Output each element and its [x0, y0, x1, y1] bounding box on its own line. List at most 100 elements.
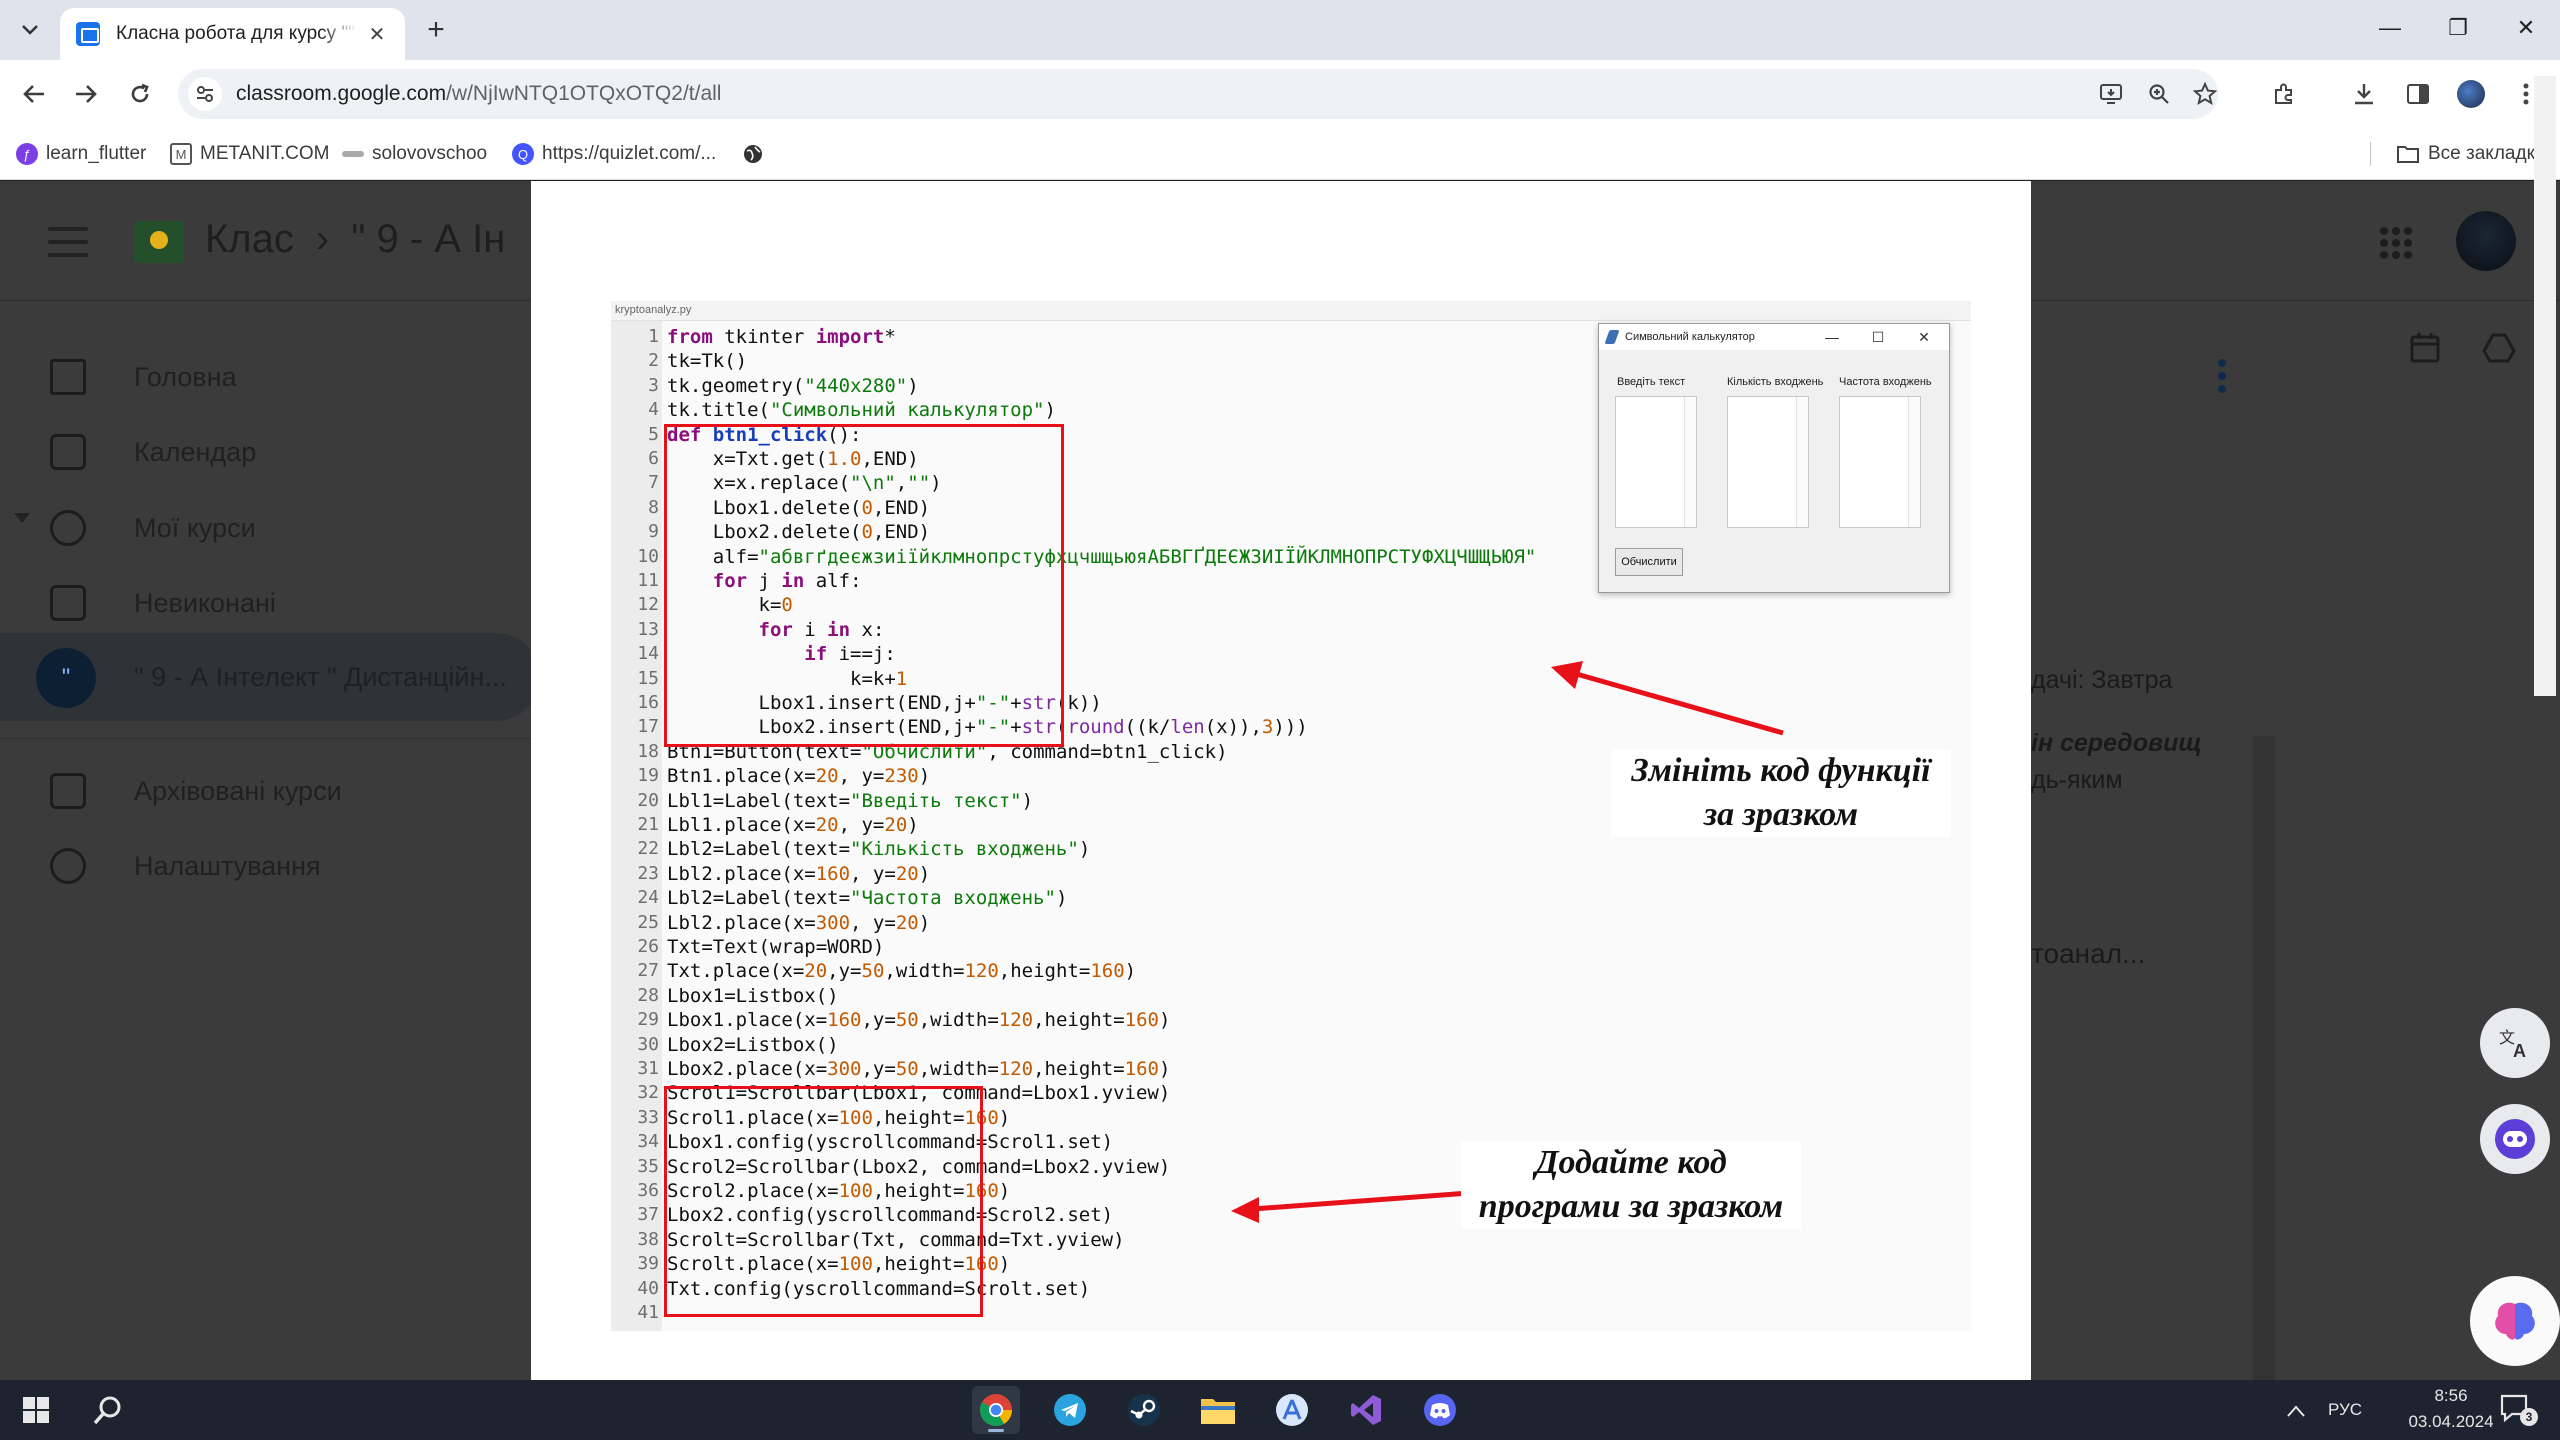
- url-text[interactable]: classroom.google.com/w/NjIwNTQ1OTQxOTQ2/…: [236, 82, 721, 106]
- line-number: 21: [637, 814, 659, 835]
- classroom-favicon-icon: [76, 22, 100, 46]
- drive-icon[interactable]: [2482, 331, 2516, 365]
- google-apps-icon[interactable]: [2380, 227, 2412, 259]
- tab-classroom[interactable]: Класна робота для курсу "" 9 - А Інтелек…: [60, 8, 405, 60]
- line-number: 5: [648, 423, 659, 445]
- note-add-line2: програми за зразком: [1478, 1188, 1784, 1225]
- line-number: 23: [637, 862, 659, 884]
- window-minimize-button[interactable]: —: [2360, 8, 2420, 48]
- bookmark-solovovschoo[interactable]: solovovschoo: [342, 140, 487, 168]
- start-button[interactable]: [12, 1386, 60, 1434]
- highlight-box-scrollbars: [664, 1086, 983, 1317]
- bookmark-quizlet[interactable]: Q https://quizlet.com/...: [512, 140, 716, 168]
- telegram-icon: [1054, 1394, 1086, 1426]
- line-number: 8: [648, 496, 659, 518]
- tab-close-icon[interactable]: ✕: [365, 22, 389, 46]
- new-tab-button[interactable]: +: [418, 12, 454, 48]
- code-line: tk.title("Символьний калькулятор"): [667, 399, 1056, 422]
- nav-calendar[interactable]: Календар: [0, 422, 540, 482]
- tk-window-sample: Символьний калькулятор — ☐ ✕ Введіть тек…: [1598, 323, 1950, 593]
- back-button[interactable]: [14, 74, 54, 114]
- globe-icon: [744, 145, 762, 163]
- notifications-button[interactable]: 3: [2500, 1394, 2540, 1428]
- chevron-up-icon[interactable]: [2286, 1404, 2306, 1418]
- reload-icon: [131, 83, 149, 103]
- taskbar-telegram[interactable]: [1046, 1386, 1094, 1434]
- bookmark-metanit[interactable]: M METANIT.COM: [170, 140, 329, 168]
- ai-brain-button[interactable]: [2470, 1276, 2560, 1366]
- bookmarks-bar: ƒ learn_flutter M METANIT.COM solovovsch…: [0, 128, 2560, 180]
- main-menu-icon[interactable]: [48, 227, 88, 257]
- search-button[interactable]: [84, 1386, 132, 1434]
- url-path: /w/NjIwNTQ1OTQxOTQ2/t/all: [446, 82, 722, 105]
- taskbar-discord[interactable]: [1416, 1386, 1464, 1434]
- calendar-icon[interactable]: [2408, 331, 2442, 365]
- nav-my-courses[interactable]: Мої курси: [0, 498, 540, 558]
- tk-close-icon: ✕: [1918, 329, 1930, 345]
- downloads-icon[interactable]: [2346, 76, 2382, 112]
- profile-avatar[interactable]: [2457, 80, 2485, 108]
- taskbar-chrome[interactable]: [972, 1386, 1020, 1434]
- tk-calculate-button: Обчислити: [1615, 548, 1683, 576]
- nav-settings[interactable]: Налаштування: [0, 836, 540, 896]
- code-line: Lbox2.place(x=300,y=50,width=120,height=…: [667, 1058, 1171, 1080]
- taskbar-steam[interactable]: [1120, 1386, 1168, 1434]
- window-close-button[interactable]: ✕: [2496, 8, 2556, 48]
- right-edge-scrollbar[interactable]: [2534, 76, 2556, 696]
- translate-button[interactable]: 文A: [2480, 1008, 2550, 1078]
- note-add-line1: Додайте код: [1535, 1144, 1727, 1181]
- app-store-icon: [1276, 1394, 1308, 1426]
- more-options-icon[interactable]: [2218, 359, 2226, 393]
- bookmark-globe[interactable]: [742, 140, 764, 168]
- classroom-logo-icon[interactable]: [134, 221, 184, 263]
- line-number: 18: [637, 740, 659, 762]
- line-number: 29: [637, 1009, 659, 1031]
- install-app-icon[interactable]: [2096, 79, 2126, 109]
- gear-icon: [50, 848, 86, 884]
- nav-course[interactable]: " 9 - А Інтелект " Дистанційн...: [0, 647, 540, 707]
- nav-todo[interactable]: Невиконані: [0, 573, 540, 633]
- bookmark-star-icon[interactable]: [2190, 79, 2220, 109]
- address-bar[interactable]: classroom.google.com/w/NjIwNTQ1OTQxOTQ2/…: [178, 69, 2218, 119]
- line-number: 11: [637, 570, 659, 591]
- line-number: 16: [637, 692, 659, 713]
- site-icon: [342, 151, 364, 157]
- nav-archived[interactable]: Архівовані курси: [0, 761, 540, 821]
- language-indicator[interactable]: РУС: [2328, 1400, 2362, 1420]
- side-panel-icon[interactable]: [2400, 76, 2436, 112]
- assistant-button[interactable]: [2480, 1104, 2550, 1174]
- site-info-icon[interactable]: [188, 77, 222, 111]
- code-line: Lbl2.place(x=300, y=20): [667, 911, 931, 934]
- translate-icon: 文A: [2499, 1029, 2526, 1059]
- breadcrumb-course[interactable]: " 9 - А Ін: [351, 217, 505, 261]
- classroom-scrollbar[interactable]: [2253, 736, 2275, 1436]
- line-number: 19: [637, 765, 659, 787]
- taskbar-app-store[interactable]: [1268, 1386, 1316, 1434]
- bookmark-learn-flutter[interactable]: ƒ learn_flutter: [16, 140, 146, 168]
- line-number: 27: [637, 960, 659, 982]
- window-restore-button[interactable]: ❐: [2428, 8, 2488, 48]
- forward-button[interactable]: [66, 74, 106, 114]
- tab-search-button[interactable]: [12, 12, 48, 48]
- visual-studio-icon: [1351, 1395, 1381, 1425]
- code-line: from tkinter import*: [667, 326, 896, 348]
- nav-home[interactable]: Головна: [0, 347, 540, 407]
- taskbar-visual-studio[interactable]: [1342, 1386, 1390, 1434]
- clock-time[interactable]: 8:56: [2406, 1386, 2496, 1406]
- taskbar-file-explorer[interactable]: [1194, 1386, 1242, 1434]
- reload-button[interactable]: [120, 74, 160, 114]
- line-number: 20: [637, 789, 659, 811]
- line-number: 30: [637, 1033, 659, 1055]
- code-line: Lbox2=Listbox(): [667, 1033, 839, 1056]
- attachment-name[interactable]: тоанал...: [2031, 938, 2145, 970]
- note-change-line2: за зразком: [1703, 796, 1859, 833]
- breadcrumb-class[interactable]: Клас: [205, 217, 294, 261]
- note-change-line1: Змініть код функції: [1631, 752, 1931, 789]
- all-bookmarks-button[interactable]: Все закладки: [2396, 140, 2546, 168]
- archive-icon: [50, 773, 86, 809]
- extensions-icon[interactable]: [2266, 76, 2302, 112]
- account-avatar[interactable]: [2456, 211, 2516, 271]
- zoom-icon[interactable]: [2144, 79, 2174, 109]
- bookmark-label: solovovschoo: [372, 143, 488, 164]
- all-bookmarks-label: Все закладки: [2428, 143, 2546, 164]
